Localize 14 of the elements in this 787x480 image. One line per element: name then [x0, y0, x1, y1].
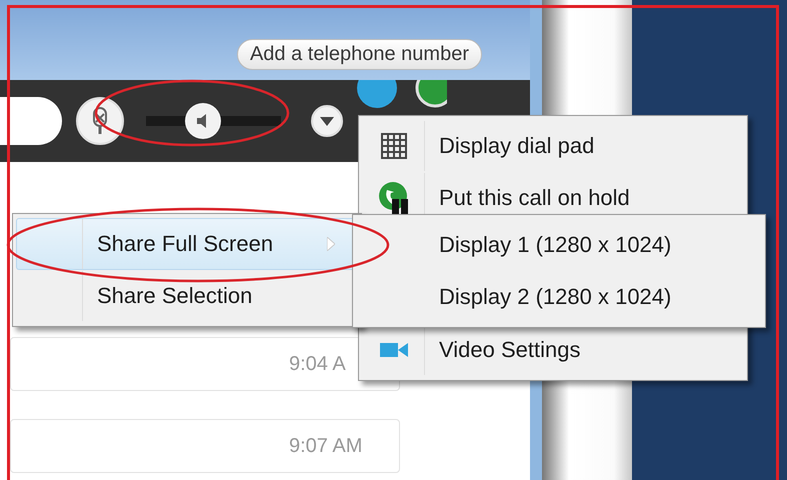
menu-item[interactable]: Display 1 (1280 x 1024)	[356, 219, 762, 271]
volume-thumb[interactable]	[184, 103, 221, 139]
caret-down-icon	[320, 116, 334, 126]
phone-pause-icon	[378, 181, 410, 215]
dropdown-button[interactable]	[311, 105, 343, 137]
camera-icon	[380, 341, 408, 359]
text-input[interactable]	[0, 97, 62, 145]
menu-item[interactable]: Display 2 (1280 x 1024)	[356, 271, 762, 323]
message-time: 9:04 A	[289, 352, 346, 376]
grid-icon	[380, 132, 408, 160]
menu-item[interactable]: Display dial pad	[362, 120, 744, 172]
message-time: 9:07 AM	[289, 434, 362, 458]
mute-microphone-button[interactable]	[76, 97, 124, 145]
add-phone-number-button[interactable]: Add a telephone number	[236, 39, 482, 70]
